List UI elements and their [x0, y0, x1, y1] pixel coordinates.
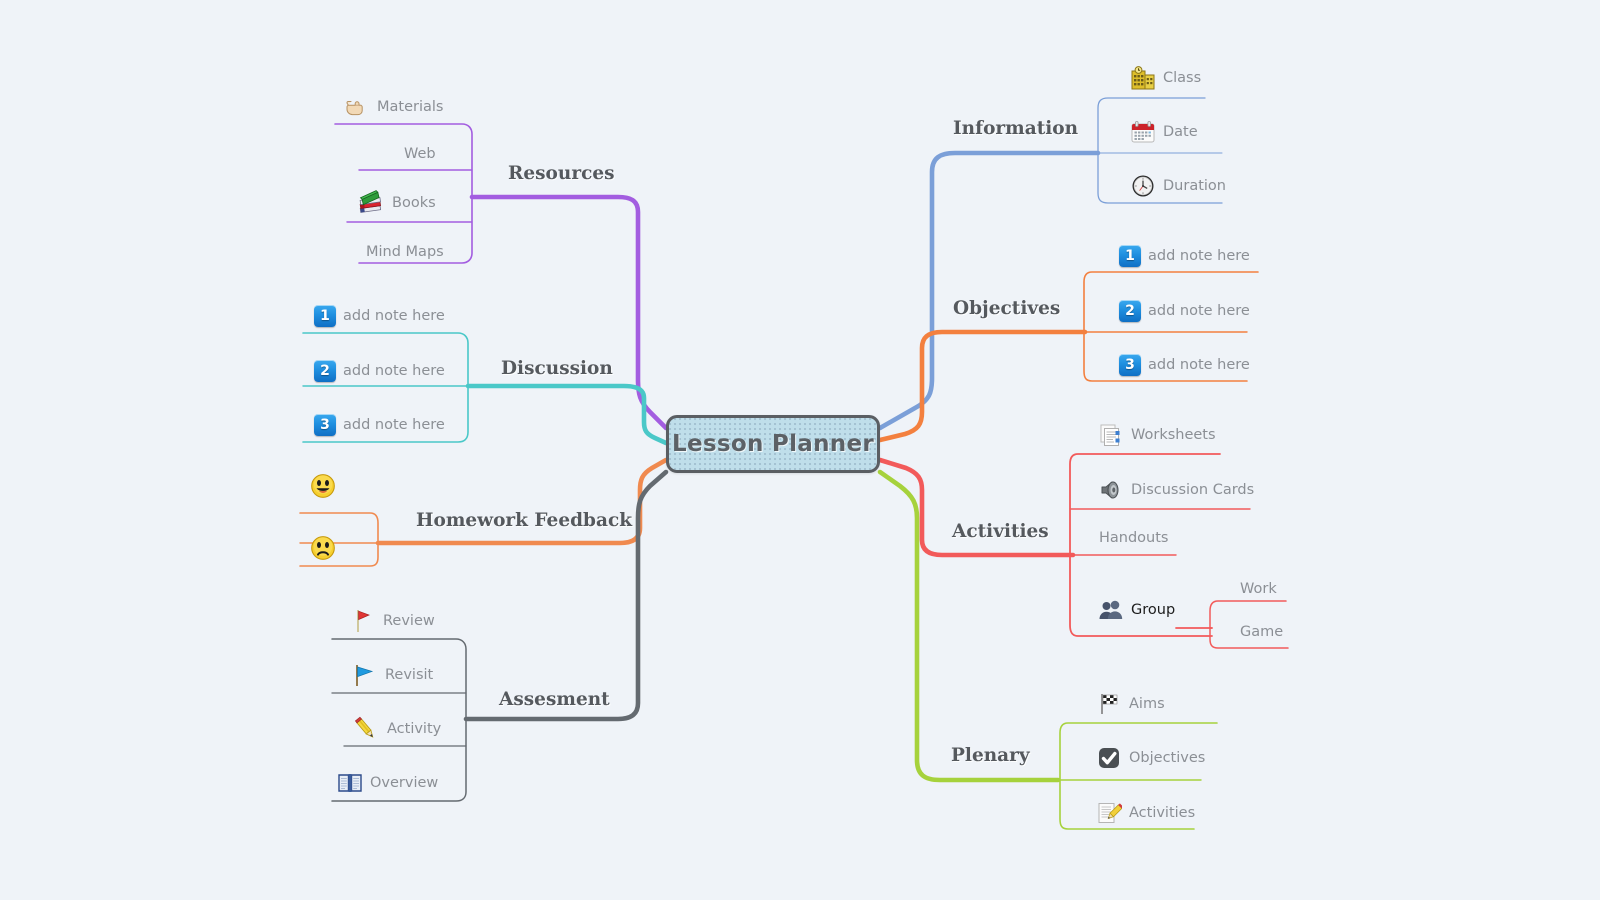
- leaf-label: Web: [404, 146, 436, 162]
- leaf-activities-group-game[interactable]: Game: [1240, 620, 1283, 644]
- root-label: Lesson Planner: [672, 431, 874, 457]
- leaf-plenary-aims[interactable]: Aims: [1096, 692, 1165, 716]
- leaf-label: Class: [1163, 70, 1202, 86]
- badge-number: 3: [1119, 354, 1141, 376]
- leaf-activities-group-work[interactable]: Work: [1240, 577, 1277, 601]
- leaf-activities-handouts[interactable]: Handouts: [1099, 526, 1168, 550]
- leaf-information-date[interactable]: Date: [1130, 120, 1198, 144]
- smiley-happy-icon: [310, 473, 336, 499]
- number-badge-1-icon: 1: [314, 305, 336, 327]
- leaf-activities-discussion-cards[interactable]: Discussion Cards: [1098, 478, 1254, 502]
- trunk-information: [877, 150, 1101, 431]
- leaf-label: Duration: [1163, 178, 1226, 194]
- leaf-activities-worksheets[interactable]: Worksheets: [1098, 423, 1216, 447]
- trunk-discussion: [465, 383, 669, 446]
- badge-number: 1: [314, 305, 336, 327]
- leaf-label: add note here: [1148, 303, 1250, 319]
- note-pencil-icon: [1096, 801, 1122, 825]
- branch-title-objectives[interactable]: Objectives: [953, 298, 1060, 319]
- leaf-label: Revisit: [385, 667, 434, 683]
- leaf-label: add note here: [343, 417, 445, 433]
- leaf-discussion-2[interactable]: 2 add note here: [314, 359, 445, 383]
- leaf-resources-books[interactable]: Books: [357, 190, 436, 216]
- people-icon: [1098, 598, 1124, 622]
- school-clock-icon: [1130, 66, 1156, 90]
- number-badge-1-icon: 1: [1119, 245, 1141, 267]
- leaf-label: Mind Maps: [366, 244, 444, 260]
- leaf-label: Date: [1163, 124, 1198, 140]
- trunk-resources: [469, 194, 669, 431]
- leaf-label: add note here: [343, 308, 445, 324]
- leaf-label: Objectives: [1129, 750, 1206, 766]
- trunk-objectives: [877, 329, 1088, 443]
- leaf-label: Aims: [1129, 696, 1165, 712]
- badge-number: 2: [1119, 300, 1141, 322]
- leaf-homework-happy[interactable]: [310, 474, 343, 498]
- leaf-discussion-3[interactable]: 3 add note here: [314, 413, 445, 437]
- leaf-label: Books: [392, 195, 436, 211]
- leaf-assesment-overview[interactable]: Overview: [337, 771, 438, 795]
- branch-title-discussion[interactable]: Discussion: [501, 358, 613, 379]
- checkmark-box-icon: [1096, 746, 1122, 770]
- red-flag-icon: [352, 608, 376, 634]
- leaf-discussion-1[interactable]: 1 add note here: [314, 304, 445, 328]
- analog-clock-icon: [1130, 174, 1156, 198]
- leaf-activities-group[interactable]: Group: [1098, 598, 1175, 622]
- leaf-assesment-review[interactable]: Review: [352, 609, 435, 633]
- number-badge-3-icon: 3: [314, 414, 336, 436]
- smiley-sad-icon: [310, 535, 336, 561]
- mindmap-canvas: Lesson Planner Information Objectives Ac…: [0, 0, 1600, 900]
- books-icon: [357, 190, 385, 216]
- leaf-label: Worksheets: [1131, 427, 1216, 443]
- open-book-icon: [337, 771, 363, 795]
- leaf-label: add note here: [343, 363, 445, 379]
- number-badge-2-icon: 2: [1119, 300, 1141, 322]
- leaf-label: Discussion Cards: [1131, 482, 1255, 498]
- leaf-information-duration[interactable]: Duration: [1130, 174, 1226, 198]
- branch-title-information[interactable]: Information: [953, 118, 1078, 139]
- leaf-objectives-3[interactable]: 3 add note here: [1119, 353, 1250, 377]
- leaf-plenary-objectives[interactable]: Objectives: [1096, 746, 1205, 770]
- leaf-label: add note here: [1148, 357, 1250, 373]
- documents-icon: [1098, 423, 1124, 447]
- pencil-icon: [352, 716, 380, 742]
- leaf-label: Activity: [387, 721, 442, 737]
- trunk-plenary: [877, 469, 1061, 783]
- speaker-icon: [1098, 478, 1124, 502]
- leaf-label: Work: [1240, 581, 1277, 597]
- leaf-label: Group: [1131, 602, 1176, 618]
- leaf-label: add note here: [1148, 248, 1250, 264]
- number-badge-3-icon: 3: [1119, 354, 1141, 376]
- leaf-label: Activities: [1129, 805, 1196, 821]
- root-node[interactable]: Lesson Planner: [666, 415, 880, 473]
- badge-number: 1: [1119, 245, 1141, 267]
- leaf-assesment-activity[interactable]: Activity: [352, 716, 442, 742]
- branch-title-plenary[interactable]: Plenary: [951, 745, 1030, 766]
- leaf-plenary-activities[interactable]: Activities: [1096, 801, 1195, 825]
- leaf-assesment-revisit[interactable]: Revisit: [352, 663, 433, 687]
- leaf-label: Handouts: [1099, 530, 1169, 546]
- leaf-information-class[interactable]: Class: [1130, 66, 1201, 90]
- branch-title-resources[interactable]: Resources: [508, 163, 615, 184]
- leaf-resources-web[interactable]: Web: [404, 142, 436, 166]
- pointing-hand-icon: [344, 95, 370, 119]
- branch-title-homework-feedback[interactable]: Homework Feedback: [416, 510, 632, 531]
- branch-title-activities[interactable]: Activities: [952, 521, 1049, 542]
- leaf-resources-materials[interactable]: Materials: [344, 95, 443, 119]
- blue-flag-icon: [352, 662, 378, 688]
- leaf-objectives-2[interactable]: 2 add note here: [1119, 299, 1250, 323]
- leaf-label: Overview: [370, 775, 439, 791]
- leaf-label: Materials: [377, 99, 444, 115]
- leaf-resources-mindmaps[interactable]: Mind Maps: [366, 240, 444, 264]
- leaf-label: Game: [1240, 624, 1284, 640]
- branch-title-assesment[interactable]: Assesment: [499, 689, 610, 710]
- badge-number: 2: [314, 360, 336, 382]
- leaf-label: Review: [383, 613, 435, 629]
- badge-number: 3: [314, 414, 336, 436]
- number-badge-2-icon: 2: [314, 360, 336, 382]
- checkered-flag-icon: [1096, 692, 1122, 716]
- leaf-objectives-1[interactable]: 1 add note here: [1119, 244, 1250, 268]
- leaf-homework-sad[interactable]: [310, 536, 343, 560]
- calendar-icon: [1130, 120, 1156, 144]
